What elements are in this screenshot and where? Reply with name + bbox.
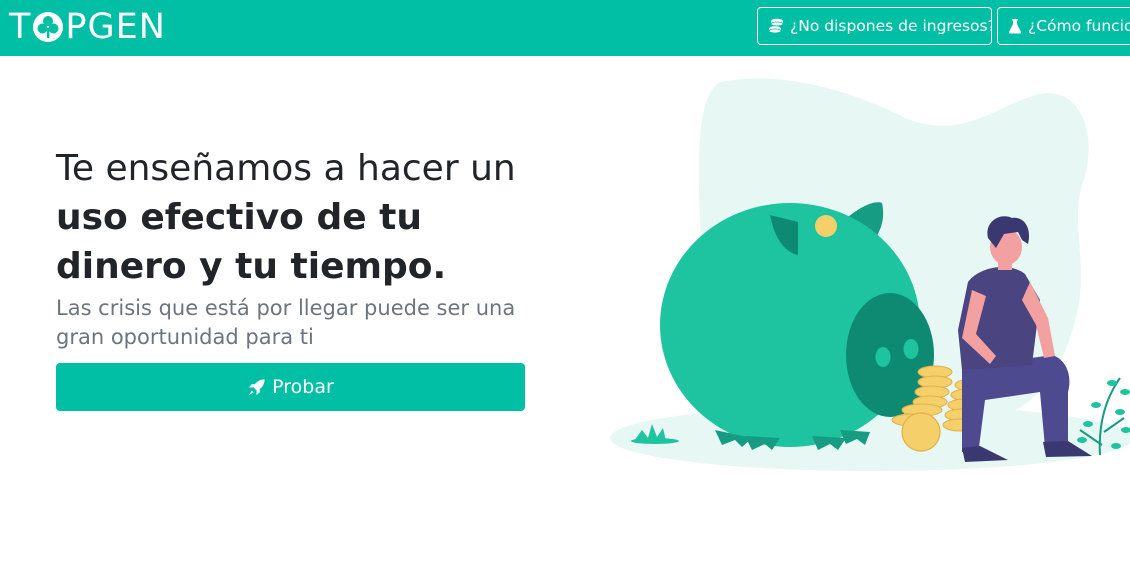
headline-line-3: dinero y tu tiempo. — [56, 246, 447, 287]
headline-line-2: uso efectivo de tu — [56, 197, 422, 238]
hero-subtitle: Las crisis que está por llegar puede ser… — [56, 296, 516, 349]
coin-large — [901, 412, 941, 452]
piggy-bank-illustration — [610, 78, 1130, 471]
hero-headline: Te enseñamos a hacer un uso efectivo de … — [56, 144, 576, 291]
navbar: T PGEN ¿No dispones de ingresos? ¿Cómo f… — [0, 0, 1130, 56]
coins-icon — [768, 18, 784, 34]
no-income-button[interactable]: ¿No dispones de ingresos? — [757, 7, 992, 45]
brand-logo[interactable]: T PGEN — [9, 7, 166, 47]
how-it-works-button[interactable]: ¿Cómo funcio — [997, 7, 1130, 45]
headline-line-1: Te enseñamos a hacer un — [56, 148, 516, 189]
how-it-works-label: ¿Cómo funcio — [1028, 17, 1130, 35]
no-income-label: ¿No dispones de ingresos? — [790, 17, 992, 35]
try-button-label: Probar — [272, 376, 334, 398]
brand-name-end: PGEN — [65, 7, 166, 47]
brand-name-start: T — [9, 7, 32, 47]
clover-icon — [32, 10, 64, 44]
try-button[interactable]: Probar — [56, 363, 525, 411]
piggy-coin-slot — [815, 215, 837, 237]
rocket-icon — [247, 378, 266, 397]
flask-icon — [1008, 18, 1022, 34]
